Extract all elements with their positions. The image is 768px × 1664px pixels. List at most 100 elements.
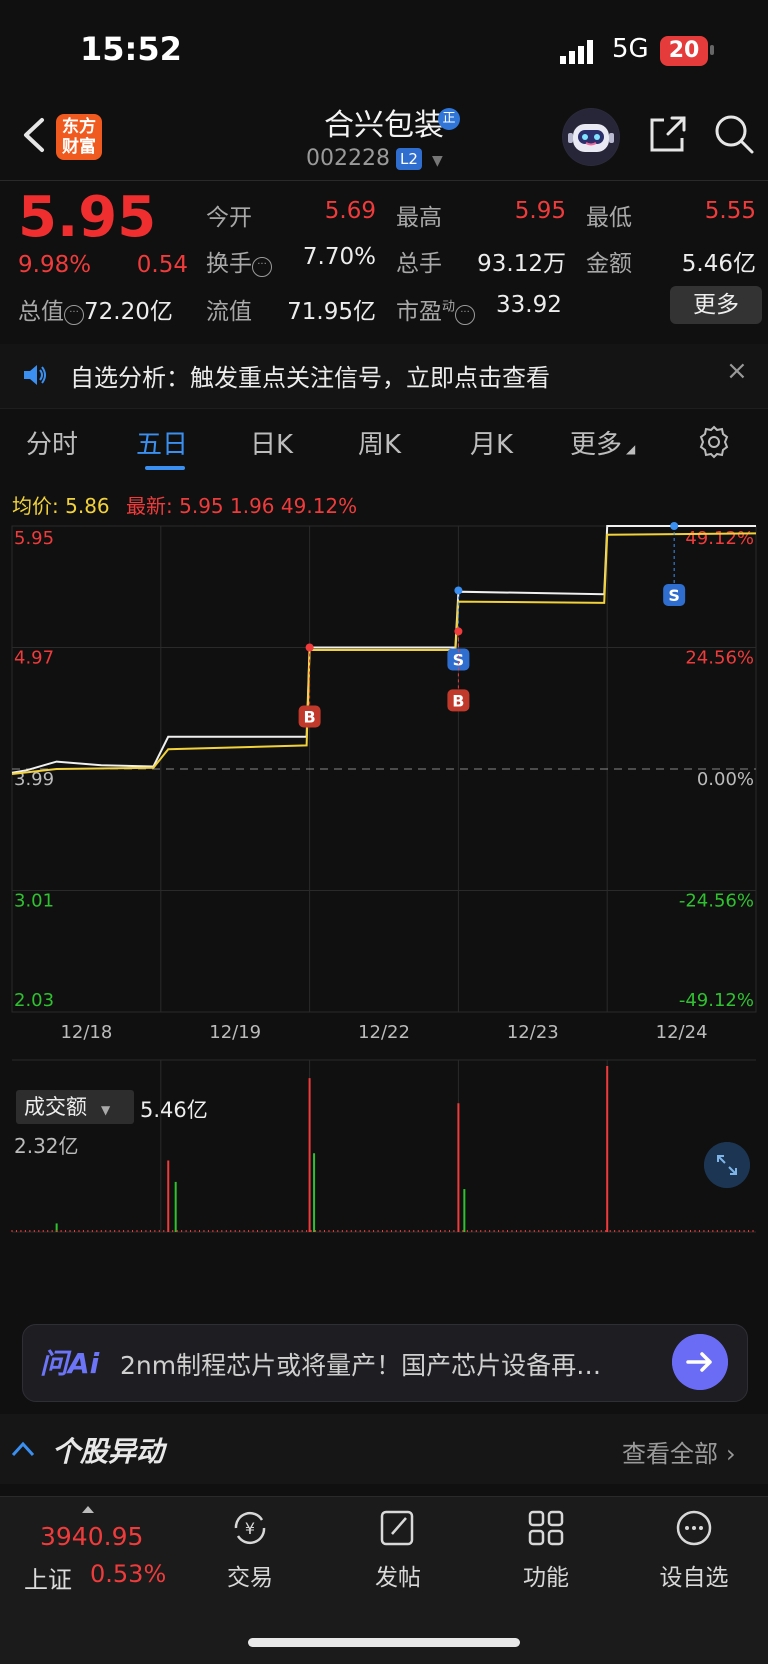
volume-value: 93.12万: [477, 251, 566, 277]
turnover-rate-label: 换手: [206, 251, 252, 277]
signal-dot: [670, 522, 679, 530]
share-icon[interactable]: [646, 112, 690, 156]
tab-weekly-k[interactable]: 周K: [358, 424, 401, 461]
y-tick-left: 2.03: [14, 990, 54, 1011]
y-tick-left: 5.95: [14, 528, 54, 549]
more-circle-icon: [676, 1510, 712, 1546]
signal-dot: [305, 643, 314, 652]
robot-assistant-icon[interactable]: [562, 108, 620, 166]
avg-label: 均价:: [12, 494, 59, 518]
info-icon[interactable]: ···: [455, 305, 476, 325]
y-tick-left: 3.01: [14, 891, 54, 912]
x-tick: 12/18: [60, 1022, 112, 1043]
battery-icon: 20: [660, 36, 708, 66]
arrow-right-icon[interactable]: [672, 1334, 728, 1390]
open-value: 5.69: [324, 198, 376, 224]
dropdown-caret-icon: ▼: [101, 1103, 111, 1117]
signal-dot: [454, 627, 463, 636]
yuan-exchange-icon: ¥: [234, 1511, 266, 1545]
turnover-rate-label-group: 换手 ···: [206, 244, 272, 278]
float-cap-value: 71.95亿: [287, 299, 376, 325]
home-indicator[interactable]: [248, 1638, 520, 1647]
index-value[interactable]: 3940.95: [40, 1522, 143, 1551]
nav-function-label: 功能: [523, 1565, 569, 1591]
stock-code-row[interactable]: 002228 L2 ▼: [306, 146, 443, 171]
nav-add-watchlist-label: 设自选: [659, 1565, 729, 1591]
battery-tip: [710, 45, 714, 55]
latest-price: 5.95: [179, 494, 224, 518]
signal-icon: [560, 40, 593, 64]
turnover-rate-value: 7.70%: [302, 244, 376, 270]
chart-info-line: 均价: 5.86 最新: 5.95 1.96 49.12%: [12, 490, 357, 519]
ai-headline[interactable]: 2nm制程芯片或将量产！国产芯片设备再…: [120, 1346, 640, 1382]
tab-more[interactable]: 更多 ◢: [570, 424, 635, 461]
svg-text:¥: ¥: [245, 1519, 255, 1538]
nav-add-watchlist[interactable]: 设自选: [644, 1508, 744, 1592]
tab-five-day[interactable]: 五日: [136, 424, 188, 461]
amount-value: 5.46亿: [681, 251, 756, 277]
series-line-1: [11, 532, 757, 775]
amount-label: 金额: [586, 251, 632, 277]
latest-label: 最新:: [126, 494, 173, 518]
index-expand-icon[interactable]: [82, 1506, 94, 1513]
notice-text[interactable]: 自选分析：触发重点关注信号，立即点击查看: [70, 358, 550, 393]
tab-daily-k[interactable]: 日K: [250, 424, 293, 461]
turnover-label: 成交额: [24, 1095, 87, 1119]
nav-post[interactable]: 发帖: [348, 1508, 448, 1592]
signal-label: B: [303, 708, 315, 727]
index-percent: 0.53%: [90, 1560, 167, 1588]
close-icon[interactable]: ×: [726, 356, 748, 386]
expand-icon[interactable]: [704, 1142, 750, 1188]
float-cap-label: 流值: [206, 299, 252, 325]
more-quote-button[interactable]: 更多: [670, 286, 762, 324]
x-tick: 12/24: [656, 1022, 708, 1043]
grid-icon: [528, 1510, 564, 1546]
edit-icon: [380, 1510, 414, 1546]
caret-down-icon: ▼: [431, 153, 443, 169]
turnover-dropdown[interactable]: 成交额 ▼: [16, 1090, 134, 1124]
info-icon[interactable]: ···: [64, 305, 84, 325]
tab-intraday[interactable]: 分时: [26, 424, 78, 461]
signal-label: S: [453, 650, 465, 669]
signal-dot: [454, 586, 463, 595]
signal-label: B: [452, 691, 464, 710]
change-amount: 0.54: [136, 252, 188, 278]
nav-trade[interactable]: ¥ 交易: [200, 1508, 300, 1592]
search-icon[interactable]: [712, 112, 756, 156]
chevron-right-icon: ›: [726, 1440, 736, 1468]
market-cap-label-group: 总值 ··· 72.20亿: [18, 292, 173, 326]
y-tick-right: 0.00%: [697, 769, 754, 790]
speaker-icon: [24, 365, 46, 385]
high-label: 最高: [396, 205, 442, 231]
y-tick-right: -49.12%: [679, 990, 754, 1011]
pe-value: 33.92: [496, 292, 562, 318]
x-tick: 12/22: [358, 1022, 410, 1043]
nav-function[interactable]: 功能: [496, 1508, 596, 1592]
chevron-up-icon[interactable]: [10, 1440, 36, 1458]
tab-monthly-k[interactable]: 月K: [470, 424, 513, 461]
y-tick-right: -24.56%: [679, 891, 754, 912]
view-all-link[interactable]: 查看全部 ›: [622, 1434, 736, 1469]
market-cap-value: 72.20亿: [84, 299, 173, 325]
turnover-total: 5.46亿: [140, 1098, 208, 1122]
latest-change: 1.96: [230, 494, 275, 518]
high-value: 5.95: [514, 198, 566, 224]
y-tick-left: 4.97: [14, 648, 54, 669]
info-icon[interactable]: ···: [252, 257, 272, 277]
divider: [0, 180, 768, 181]
volume-label: 总手: [396, 251, 442, 277]
five-day-chart[interactable]: 5.95 49.12%4.97 24.56%3.99 0.00%3.01 -24.56%…: [0, 516, 768, 1312]
signal-label: S: [668, 586, 680, 605]
l2-badge: L2: [395, 148, 422, 170]
stock-code: 002228: [306, 146, 390, 171]
network-type: 5G: [612, 34, 649, 64]
latest-pct: 49.12%: [280, 494, 358, 518]
low-value: 5.55: [704, 198, 756, 224]
tab-more-label: 更多: [570, 430, 623, 460]
gear-icon[interactable]: [696, 424, 732, 460]
stock-moves-title: 个股异动: [52, 1435, 165, 1468]
nav-post-label: 发帖: [375, 1565, 421, 1591]
caret-icon: ◢: [626, 442, 636, 456]
x-tick: 12/19: [209, 1022, 261, 1043]
volume-max-label: 2.32亿: [14, 1134, 79, 1158]
